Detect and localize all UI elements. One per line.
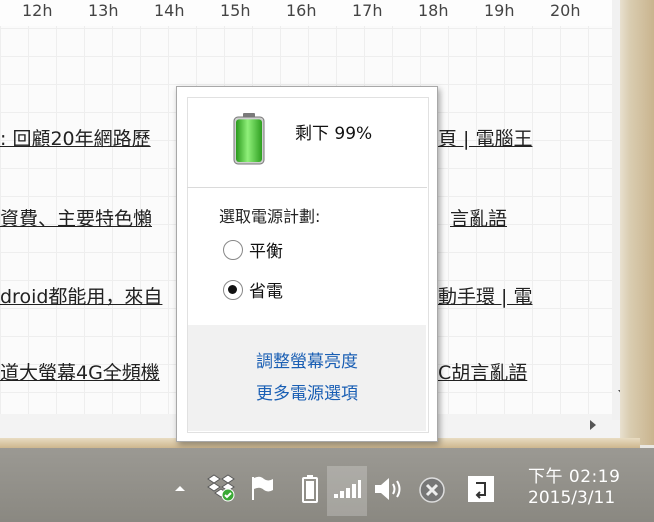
power-links-area: 調整螢幕亮度 更多電源選項 <box>188 325 426 431</box>
window-frame-right <box>620 0 654 445</box>
adjust-brightness-link[interactable]: 調整螢幕亮度 <box>188 347 426 372</box>
input-method-icon[interactable] <box>466 474 496 504</box>
battery-icon[interactable] <box>300 474 320 504</box>
article-link-right[interactable]: C胡言亂語 <box>438 358 527 385</box>
clock-time[interactable]: 下午 02:19 <box>528 462 620 487</box>
power-flyout: 剩下 99% 選取電源計劃: 平衡 省電 調整螢幕亮度 更多電源選項 <box>176 86 438 442</box>
article-link-right[interactable]: 言亂語 <box>450 204 507 231</box>
timeline-tick: 13h <box>88 1 119 20</box>
scroll-right-arrow-icon[interactable] <box>590 420 596 430</box>
volume-icon[interactable] <box>372 474 406 504</box>
timeline-tick: 19h <box>484 1 515 20</box>
vertical-scrollbar[interactable] <box>612 0 620 420</box>
article-link-left[interactable]: 資費、主要特色懶 <box>0 204 152 231</box>
article-link-left[interactable]: 道大螢幕4G全頻機 <box>0 358 160 385</box>
article-link-right[interactable]: 動手環 | 電 <box>438 282 532 309</box>
battery-icon <box>233 113 265 165</box>
timeline-tick: 12h <box>22 1 53 20</box>
close-circle-icon[interactable] <box>418 476 446 504</box>
network-signal-icon[interactable] <box>332 476 362 500</box>
timeline-tick: 14h <box>154 1 185 20</box>
divider <box>187 187 427 188</box>
power-plan-label: 省電 <box>249 282 283 302</box>
show-hidden-icons-arrow-icon[interactable] <box>174 484 186 492</box>
radio-button[interactable] <box>223 239 243 260</box>
power-plan-power-saver[interactable]: 省電 <box>223 277 283 302</box>
timeline-tick: 18h <box>418 1 449 20</box>
action-center-flag-icon[interactable] <box>248 474 276 502</box>
radio-button-checked[interactable] <box>223 279 243 300</box>
more-power-options-link[interactable]: 更多電源選項 <box>188 379 426 404</box>
timeline-tick: 16h <box>286 1 317 20</box>
battery-status-text: 剩下 99% <box>295 124 373 144</box>
power-plan-balanced[interactable]: 平衡 <box>223 237 283 262</box>
power-plan-title: 選取電源計劃: <box>219 207 321 226</box>
timeline-tick: 17h <box>352 1 383 20</box>
timeline-header: 12h 13h 14h 15h 16h 17h 18h 19h 20h <box>0 0 620 26</box>
article-link-right[interactable]: 頁 | 電腦王 <box>438 124 532 151</box>
timeline-tick: 20h <box>550 1 581 20</box>
timeline-tick: 15h <box>220 1 251 20</box>
dropbox-icon[interactable] <box>206 472 236 502</box>
article-link-left[interactable]: droid都能用，來自 <box>0 282 162 309</box>
power-plan-label: 平衡 <box>249 242 283 262</box>
article-link-left[interactable]: : 回顧20年網路歷 <box>0 124 151 151</box>
clock-date[interactable]: 2015/3/11 <box>528 488 615 508</box>
